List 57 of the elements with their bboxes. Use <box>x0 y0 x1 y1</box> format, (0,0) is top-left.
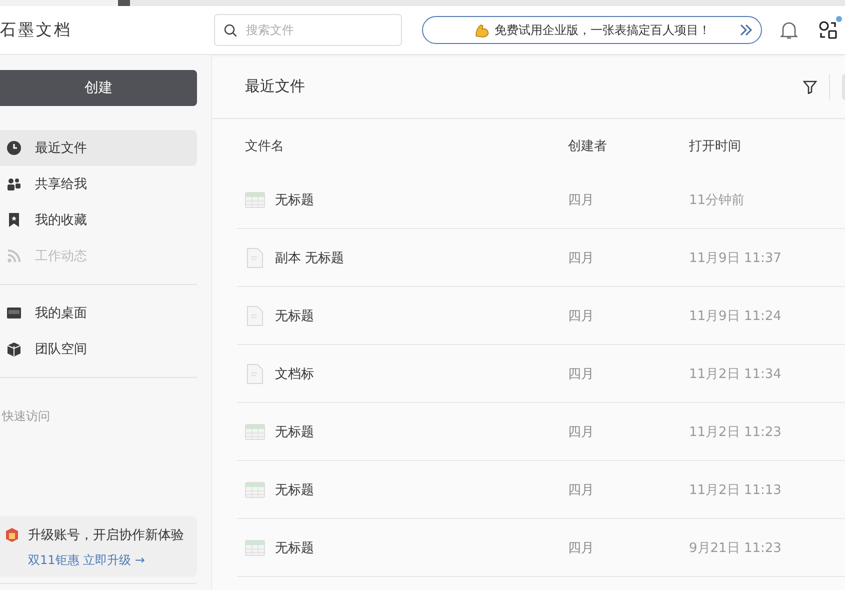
document-icon <box>247 364 263 384</box>
creator-cell: 四月 <box>568 192 594 208</box>
feed-icon <box>6 248 22 264</box>
upgrade-text: 升级账号，开启协作新体验 <box>28 527 184 544</box>
bell-icon[interactable] <box>780 20 798 40</box>
clock-icon <box>6 140 22 156</box>
file-name[interactable]: 无标题 <box>275 480 314 498</box>
bookmark-icon <box>6 212 22 228</box>
spreadsheet-icon <box>245 540 265 556</box>
promo-banner[interactable]: 免费试用企业版，一张表搞定百人项目！ <box>422 16 762 44</box>
document-icon <box>247 248 263 268</box>
time-cell: 11月2日 11:13 <box>689 482 782 498</box>
upgrade-link[interactable]: 双11钜惠 立即升级 → <box>28 552 145 569</box>
time-cell: 9月21日 11:23 <box>689 540 782 556</box>
box-icon <box>6 341 22 357</box>
creator-cell: 四月 <box>568 366 594 382</box>
section-label: 快速访问 <box>0 408 51 425</box>
column-header: 打开时间 <box>689 138 741 155</box>
time-cell: 11月9日 11:37 <box>689 250 782 266</box>
page-title: 最近文件 <box>245 77 306 96</box>
gift-icon <box>4 527 20 543</box>
document-icon <box>247 306 263 326</box>
double-chevron-icon <box>739 23 753 37</box>
time-cell: 11月9日 11:24 <box>689 308 782 324</box>
time-cell: 11分钟前 <box>689 192 745 208</box>
promo-text: 免费试用企业版，一张表搞定百人项目！ <box>494 22 710 38</box>
search-field[interactable]: 搜索文件 <box>214 14 402 46</box>
column-header: 文件名 <box>244 138 285 155</box>
sidebar-item[interactable]: 共享给我 <box>0 166 197 202</box>
spreadsheet-icon <box>245 424 265 440</box>
file-name[interactable]: 副本 无标题 <box>275 248 344 266</box>
creator-cell: 四月 <box>568 424 594 440</box>
file-name[interactable]: 无标题 <box>275 538 314 556</box>
desktop-icon <box>6 305 22 321</box>
spreadsheet-icon <box>245 192 265 208</box>
file-name[interactable]: 无标题 <box>275 190 314 208</box>
sidebar-item[interactable]: 我的桌面 <box>0 295 197 331</box>
file-name[interactable]: 文档标 <box>275 364 314 382</box>
flexed-arm-icon <box>474 22 490 38</box>
creator-cell: 四月 <box>568 482 594 498</box>
time-cell: 11月2日 11:34 <box>689 366 782 382</box>
spreadsheet-icon <box>245 482 265 498</box>
create-button[interactable]: 创建 <box>0 70 197 106</box>
sidebar-item[interactable]: 最近文件 <box>0 130 197 166</box>
sidebar-item[interactable]: 团队空间 <box>0 331 197 367</box>
file-name[interactable]: 无标题 <box>275 306 314 324</box>
creator-cell: 四月 <box>568 540 594 556</box>
app-title: 石墨文档 <box>0 20 72 40</box>
column-header: 创建者 <box>568 138 608 155</box>
creator-cell: 四月 <box>568 250 594 266</box>
search-icon <box>224 24 237 37</box>
creator-cell: 四月 <box>568 308 594 324</box>
people-icon <box>6 176 22 192</box>
filter-icon[interactable] <box>803 80 817 94</box>
sidebar-item[interactable]: 我的收藏 <box>0 202 197 238</box>
time-cell: 11月2日 11:23 <box>689 424 782 440</box>
file-name[interactable]: 无标题 <box>275 422 314 440</box>
